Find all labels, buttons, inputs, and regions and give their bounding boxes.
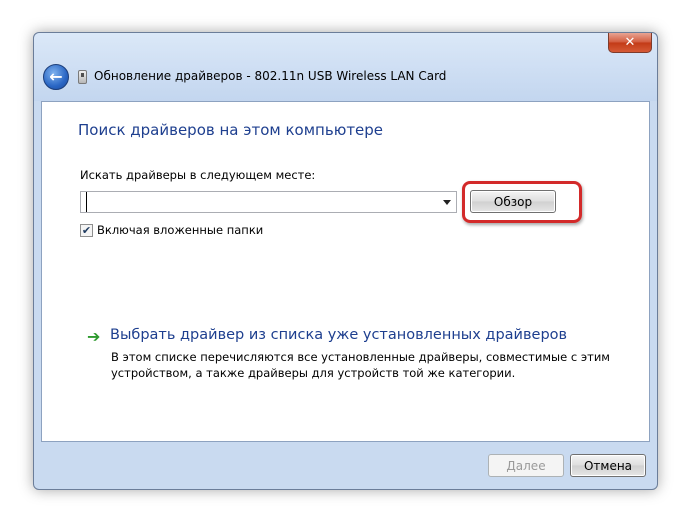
search-location-label: Искать драйверы в следующем месте: xyxy=(80,168,316,182)
driver-update-dialog: ✕ ← Обновление драйверов - 802.11n USB W… xyxy=(33,32,658,490)
back-arrow-icon: ← xyxy=(49,67,63,86)
include-subfolders-checkbox[interactable]: ✔ xyxy=(80,224,93,237)
back-button[interactable]: ← xyxy=(43,64,69,90)
cancel-button[interactable]: Отмена xyxy=(570,454,646,477)
search-path-input[interactable] xyxy=(86,192,438,212)
include-subfolders-label[interactable]: Включая вложенные папки xyxy=(97,223,263,237)
window-title: Обновление драйверов - 802.11n USB Wirel… xyxy=(94,69,447,83)
next-button[interactable]: Далее xyxy=(488,454,564,477)
pick-from-list-link[interactable]: Выбрать драйвер из списка уже установлен… xyxy=(110,327,567,343)
usb-device-icon xyxy=(78,70,87,84)
title-bar: ✕ ← Обновление драйверов - 802.11n USB W… xyxy=(34,33,657,101)
checkmark-icon: ✔ xyxy=(81,224,92,237)
chevron-down-icon[interactable] xyxy=(443,200,451,205)
pick-from-list-description: В этом списке перечисляются все установл… xyxy=(111,350,610,380)
page-heading: Поиск драйверов на этом компьютере xyxy=(78,121,384,139)
green-arrow-icon: ➔ xyxy=(87,327,101,346)
close-button[interactable]: ✕ xyxy=(608,33,652,53)
content-panel: Поиск драйверов на этом компьютере Искат… xyxy=(41,101,650,442)
search-path-combobox[interactable] xyxy=(80,191,457,213)
close-icon: ✕ xyxy=(624,35,636,50)
browse-button[interactable]: Обзор xyxy=(470,190,556,213)
